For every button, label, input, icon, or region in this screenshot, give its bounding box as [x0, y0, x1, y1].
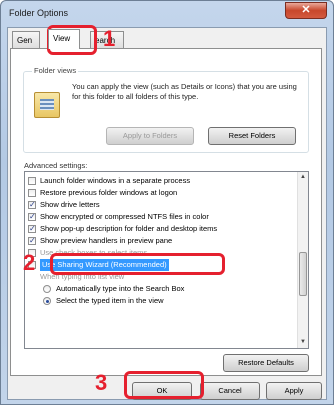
folder-views-label: Folder views — [32, 66, 79, 75]
setting-group-row: When typing into list view — [25, 271, 295, 283]
setting-row[interactable]: ✓ Show drive letters — [25, 199, 295, 211]
radio-button[interactable] — [43, 285, 51, 293]
dialog-client-area: Gen View earch Folder views You can appl… — [7, 27, 327, 400]
tab-general[interactable]: Gen — [12, 31, 40, 48]
checkbox-checked[interactable]: ✓ — [28, 201, 36, 209]
setting-label: Automatically type into the Search Box — [56, 284, 185, 293]
callout-number: 3 — [95, 370, 108, 395]
advanced-settings-tree[interactable]: Launch folder windows in a separate proc… — [24, 171, 309, 349]
checkbox-checked[interactable]: ✓ — [28, 237, 36, 245]
radio-button-selected[interactable] — [43, 297, 51, 305]
scroll-up-icon[interactable]: ▲ — [298, 172, 308, 183]
setting-row[interactable]: Restore previous folder windows at logon — [25, 187, 295, 199]
title-bar[interactable]: Folder Options ✕ — [1, 1, 333, 25]
window-title: Folder Options — [9, 8, 69, 18]
setting-row[interactable]: Select the typed item in the view — [25, 295, 295, 307]
advanced-settings-label: Advanced settings: — [24, 161, 88, 170]
setting-label: Use Sharing Wizard (Recommended) — [40, 259, 169, 271]
tab-view[interactable]: View — [48, 29, 80, 49]
restore-defaults-button[interactable]: Restore Defaults — [223, 354, 309, 372]
apply-button[interactable]: Apply — [266, 382, 322, 400]
setting-label: Restore previous folder windows at logon — [40, 188, 178, 197]
close-button[interactable]: ✕ — [285, 2, 327, 19]
callout-number: 2 — [23, 250, 36, 275]
folder-options-window: Folder Options ✕ Gen View earch Folder v… — [0, 0, 334, 405]
setting-row[interactable]: ✓ Show pop-up description for folder and… — [25, 223, 295, 235]
setting-label: Show drive letters — [40, 200, 100, 209]
setting-label: Select the typed item in the view — [56, 296, 164, 305]
checkbox-checked[interactable]: ✓ — [28, 225, 36, 233]
checkbox-checked[interactable]: ✓ — [28, 213, 36, 221]
setting-label: Use check boxes to select items — [40, 248, 148, 257]
vertical-scrollbar[interactable]: ▲ ▼ — [297, 172, 308, 348]
view-tab-panel: Folder views You can apply the view (suc… — [10, 48, 322, 376]
cancel-button[interactable]: Cancel — [200, 382, 260, 400]
setting-row[interactable]: ✓ Show encrypted or compressed NTFS file… — [25, 211, 295, 223]
reset-folders-button[interactable]: Reset Folders — [208, 127, 296, 145]
tab-general-label: Gen — [17, 36, 33, 45]
scroll-thumb[interactable] — [299, 252, 307, 296]
folder-views-icon — [34, 92, 60, 118]
tab-view-label: View — [53, 34, 71, 43]
folder-views-group: Folder views You can apply the view (suc… — [23, 66, 309, 153]
apply-to-folders-button[interactable]: Apply to Folders — [106, 127, 194, 145]
setting-label: Launch folder windows in a separate proc… — [40, 176, 191, 185]
checkbox[interactable] — [28, 177, 36, 185]
setting-row[interactable]: Use check boxes to select items — [25, 247, 295, 259]
setting-row[interactable]: Automatically type into the Search Box — [25, 283, 295, 295]
ok-button[interactable]: OK — [132, 382, 192, 400]
setting-row[interactable]: ✓ Show preview handlers in preview pane — [25, 235, 295, 247]
setting-row[interactable]: Launch folder windows in a separate proc… — [25, 175, 295, 187]
scroll-down-icon[interactable]: ▼ — [298, 337, 308, 348]
setting-row-sharing-wizard[interactable]: Use Sharing Wizard (Recommended) — [25, 259, 295, 271]
folder-views-description: You can apply the view (such as Details … — [72, 82, 297, 101]
checkbox[interactable] — [28, 189, 36, 197]
setting-label: Show encrypted or compressed NTFS files … — [40, 212, 209, 221]
setting-label: Show preview handlers in preview pane — [40, 236, 173, 245]
callout-number: 1 — [103, 26, 116, 51]
setting-group-label: When typing into list view — [40, 272, 125, 281]
setting-label: Show pop-up description for folder and d… — [40, 224, 218, 233]
